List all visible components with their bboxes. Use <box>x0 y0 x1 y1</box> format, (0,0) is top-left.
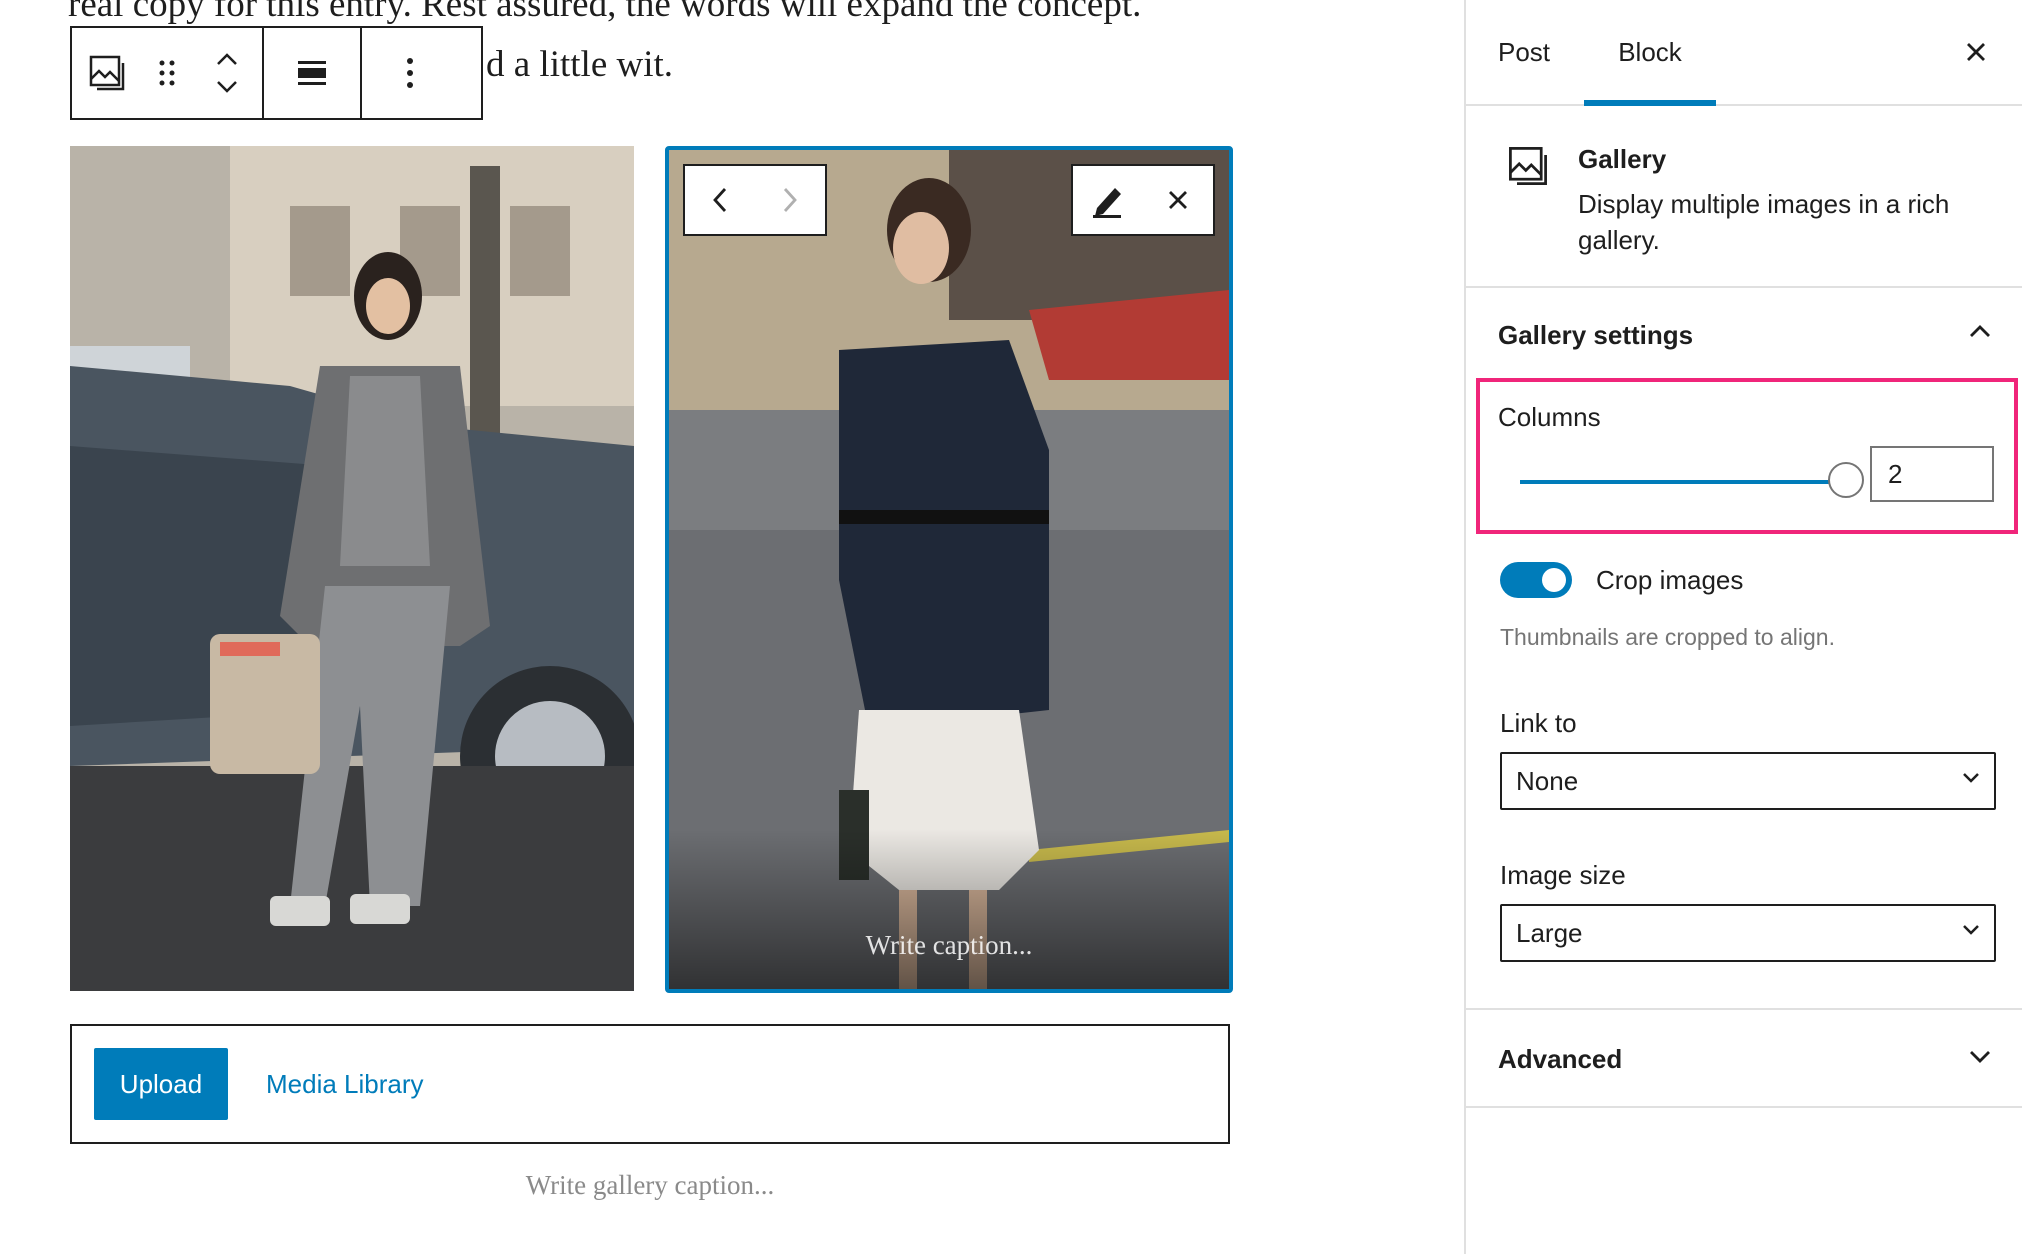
remove-image-icon[interactable] <box>1143 166 1213 234</box>
toolbar-group-block <box>72 28 264 118</box>
media-placeholder: Upload Media Library <box>70 1024 1230 1144</box>
columns-number-input[interactable]: 2 <box>1870 446 1994 502</box>
crop-images-toggle[interactable] <box>1500 562 1572 598</box>
toggle-knob <box>1542 568 1566 592</box>
move-left-icon[interactable] <box>685 166 755 234</box>
chevron-down-icon <box>1962 772 1980 784</box>
block-card: Gallery Display multiple images in a ric… <box>1466 106 2022 288</box>
chevron-down-icon <box>1962 924 1980 936</box>
block-description: Display multiple images in a rich galler… <box>1578 189 1950 255</box>
chevron-up-icon <box>1968 324 1992 338</box>
media-library-button[interactable]: Media Library <box>266 1048 424 1120</box>
image-size-select[interactable]: Large <box>1500 904 1996 962</box>
panel-title: Gallery settings <box>1498 320 1694 350</box>
street-photo-woman-grey-coat <box>70 146 634 991</box>
columns-slider-thumb[interactable] <box>1828 462 1864 498</box>
block-toolbar <box>70 26 483 120</box>
settings-sidebar: Post Block Gallery Display multiple imag… <box>1464 0 2022 1254</box>
block-title: Gallery <box>1578 144 1667 174</box>
sidebar-tabs: Post Block <box>1466 0 2022 106</box>
align-icon[interactable] <box>264 28 360 118</box>
image-caption-input[interactable]: Write caption... <box>669 930 1229 961</box>
image-size-value: Large <box>1516 917 1583 948</box>
toolbar-group-more <box>362 28 458 118</box>
image-move-controls <box>683 164 827 236</box>
chevron-down-icon[interactable] <box>1968 1050 1992 1064</box>
gallery-caption-input[interactable]: Write gallery caption... <box>70 1170 1230 1201</box>
more-options-icon[interactable] <box>362 28 458 118</box>
columns-control-highlight: Columns 2 <box>1476 378 2018 534</box>
upload-button[interactable]: Upload <box>94 1048 228 1120</box>
caption-overlay <box>669 829 1229 989</box>
columns-label: Columns <box>1498 402 1601 432</box>
tab-block[interactable]: Block <box>1584 0 1716 104</box>
toolbar-group-align <box>264 28 362 118</box>
image-size-label: Image size <box>1500 860 1626 890</box>
move-right-icon[interactable] <box>755 166 825 234</box>
gallery-image-2-selected[interactable]: Write caption... <box>665 146 1233 993</box>
move-buttons <box>192 28 262 118</box>
link-to-value: None <box>1516 765 1579 796</box>
link-to-label: Link to <box>1500 708 1577 738</box>
columns-slider-track[interactable] <box>1520 480 1840 484</box>
move-down-icon[interactable] <box>215 80 239 94</box>
paragraph-line-2: d a little wit. <box>486 44 674 85</box>
divider <box>1466 1106 2022 1108</box>
tab-post[interactable]: Post <box>1498 0 1550 104</box>
move-up-icon[interactable] <box>215 52 239 66</box>
advanced-panel-title[interactable]: Advanced <box>1498 1044 1622 1075</box>
close-icon[interactable] <box>1954 30 1998 74</box>
drag-handle-icon[interactable] <box>142 28 192 118</box>
gallery-icon <box>1506 144 1550 188</box>
gallery-image-1[interactable] <box>70 146 634 991</box>
crop-help-text: Thumbnails are cropped to align. <box>1500 624 1835 650</box>
gallery-icon[interactable] <box>72 28 142 118</box>
edit-pencil-icon[interactable] <box>1073 166 1143 234</box>
image-edit-controls <box>1071 164 1215 236</box>
link-to-select[interactable]: None <box>1500 752 1996 810</box>
editor-canvas: real copy for this entry. Rest assured, … <box>0 0 1464 1254</box>
divider <box>1466 1008 2022 1010</box>
crop-images-label: Crop images <box>1596 565 1744 595</box>
gallery-settings-header[interactable]: Gallery settings <box>1466 288 2022 384</box>
